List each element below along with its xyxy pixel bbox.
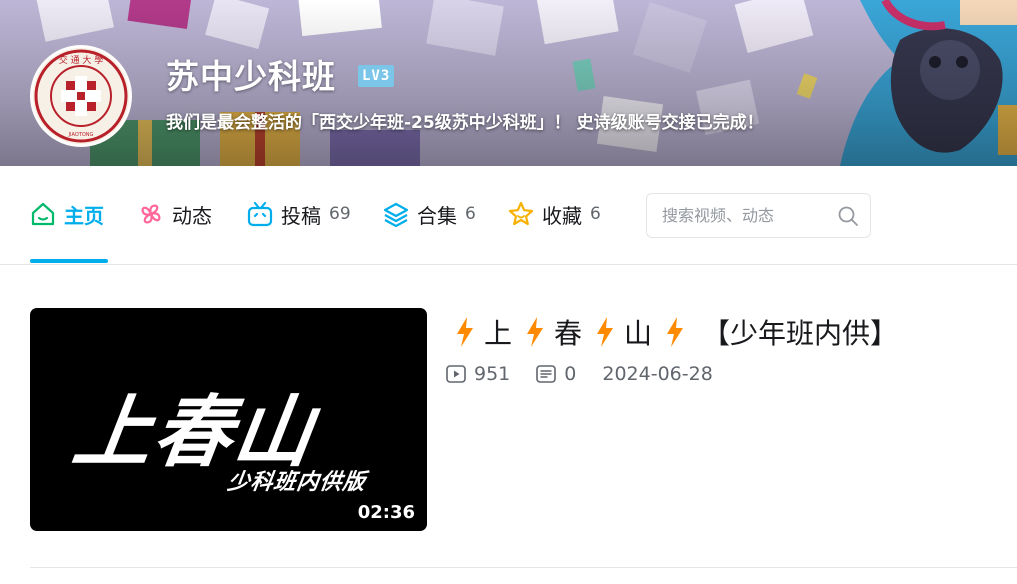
- home-icon: [30, 201, 56, 227]
- star-icon: [508, 201, 534, 227]
- active-tab-indicator: [30, 259, 108, 263]
- tab-collections-label: 合集: [417, 203, 457, 228]
- tab-dynamic[interactable]: 动态: [138, 200, 212, 228]
- tab-collections[interactable]: 合集 6: [383, 200, 476, 228]
- lightning-icon: [527, 317, 544, 347]
- tab-uploads-count: 69: [329, 204, 351, 224]
- video-title-part: 【少年班内供】: [702, 317, 899, 350]
- search-input[interactable]: [662, 206, 842, 225]
- view-count: 951: [446, 363, 510, 385]
- lightning-icon: [457, 317, 473, 347]
- lightning-icon: [597, 317, 614, 347]
- tab-favorites[interactable]: 收藏 6: [508, 200, 601, 228]
- comment-count: 0: [536, 363, 576, 385]
- lightning-icon: [667, 317, 684, 347]
- university-seal-icon: 交 通 大 學 JIAOTONG: [34, 49, 128, 143]
- video-duration: 02:36: [357, 502, 415, 523]
- banner-shade: [0, 0, 1017, 166]
- tab-uploads[interactable]: 投稿 69: [247, 200, 351, 228]
- thumbnail-subtitle-text: 少科班内供版: [225, 470, 368, 495]
- comment-icon: [536, 365, 557, 383]
- video-title[interactable]: 上 春 山 【少年班内供】: [450, 312, 906, 352]
- level-badge: LV3: [358, 65, 395, 87]
- svg-text:交 通 大 學: 交 通 大 學: [59, 54, 104, 66]
- search-box: [646, 193, 871, 238]
- search-icon[interactable]: [836, 204, 860, 228]
- tab-uploads-label: 投稿: [281, 203, 321, 228]
- username: 苏中少科班: [166, 57, 336, 96]
- tab-favorites-count: 6: [590, 204, 601, 224]
- avatar[interactable]: 交 通 大 學 JIAOTONG: [30, 45, 132, 147]
- video-thumbnail[interactable]: 上春山 少科班内供版 02:36: [30, 308, 427, 531]
- dynamic-icon: [138, 201, 164, 227]
- video-title-part: 上: [484, 317, 513, 350]
- view-count-value: 951: [474, 363, 511, 385]
- comment-count-value: 0: [564, 363, 577, 385]
- profile-banner: 交 通 大 學 JIAOTONG 苏中少科班 LV3 我们是最会整活的「西交少年…: [0, 0, 1017, 166]
- tab-dynamic-label: 动态: [172, 203, 212, 228]
- tab-home[interactable]: 主页: [30, 200, 104, 228]
- user-bio: 我们是最会整活的「西交少年班-25级苏中少科班」！ 史诗级账号交接已完成！: [166, 113, 764, 133]
- video-title-part: 山: [624, 317, 653, 350]
- video-meta: 951 0 2024-06-28: [446, 363, 739, 385]
- layers-icon: [383, 201, 409, 227]
- list-divider: [30, 567, 1017, 568]
- tab-collections-count: 6: [465, 204, 476, 224]
- tab-home-label: 主页: [64, 203, 104, 228]
- video-title-part: 春: [554, 317, 583, 350]
- play-count-icon: [446, 365, 466, 383]
- tv-icon: [247, 201, 273, 227]
- upload-date: 2024-06-28: [602, 363, 713, 385]
- tab-favorites-label: 收藏: [542, 203, 582, 228]
- svg-text:JIAOTONG: JIAOTONG: [68, 132, 94, 138]
